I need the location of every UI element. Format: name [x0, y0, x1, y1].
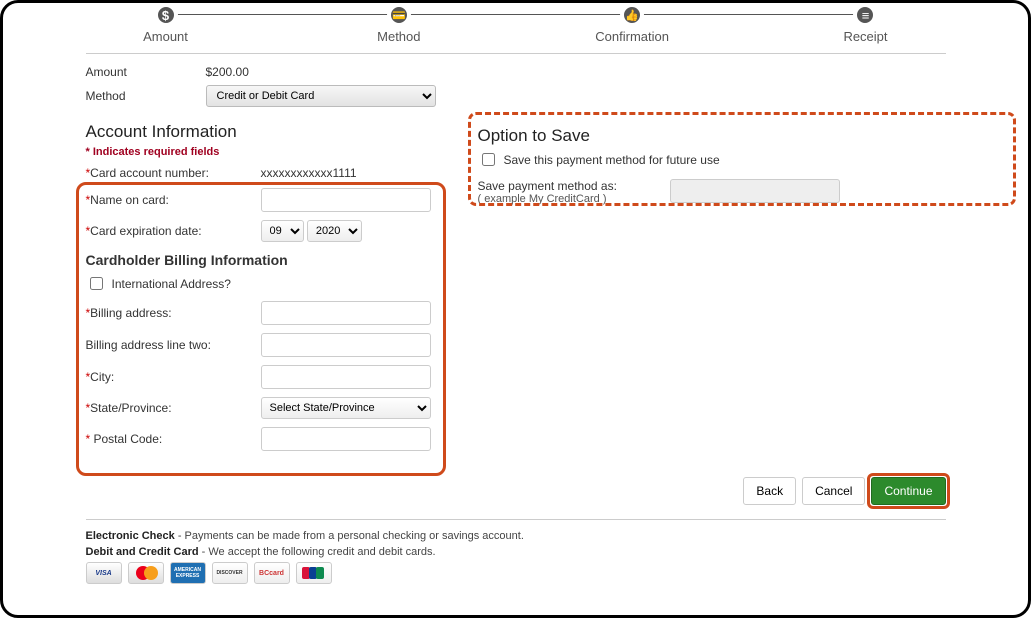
summary-method-row: Method Credit or Debit Card — [86, 82, 946, 110]
unionpay-icon — [296, 562, 332, 584]
amex-icon: AMERICAN EXPRESS — [170, 562, 206, 584]
postal-row: * Postal Code: — [86, 427, 456, 451]
step-method: 💳 Method — [319, 3, 479, 44]
back-button[interactable]: Back — [743, 477, 796, 505]
expiration-row: *Card expiration date: 09 2020 — [86, 220, 456, 242]
state-row: *State/Province: Select State/Province — [86, 397, 456, 419]
save-as-example: ( example My CreditCard ) — [478, 193, 658, 205]
card-number-label: Card account number: — [90, 166, 209, 180]
city-input[interactable] — [261, 365, 431, 389]
billing-address-input[interactable] — [261, 301, 431, 325]
step-amount: $ Amount — [86, 3, 246, 44]
save-as-input[interactable] — [670, 179, 840, 203]
billing-address-label: Billing address: — [90, 306, 171, 320]
step-label: Receipt — [843, 29, 887, 44]
option-to-save-heading: Option to Save — [478, 126, 938, 146]
dollar-icon: $ — [154, 3, 178, 27]
save-method-label: Save this payment method for future use — [504, 153, 720, 167]
continue-button[interactable]: Continue — [871, 477, 945, 505]
billing-info-heading: Cardholder Billing Information — [86, 252, 456, 268]
exp-year-select[interactable]: 2020 — [307, 220, 362, 242]
card-number-value: xxxxxxxxxxxx1111 — [261, 166, 456, 180]
step-label: Method — [377, 29, 420, 44]
name-on-card-input[interactable] — [261, 188, 431, 212]
name-on-card-label: Name on card: — [90, 193, 169, 207]
state-select[interactable]: Select State/Province — [261, 397, 431, 419]
card-icon: 💳 — [387, 3, 411, 27]
expiration-label: Card expiration date: — [90, 224, 201, 238]
echeck-bold: Electronic Check — [86, 530, 175, 542]
exp-month-select[interactable]: 09 — [261, 220, 304, 242]
state-label: State/Province: — [90, 401, 171, 415]
international-address-label: International Address? — [112, 277, 231, 291]
echeck-text: - Payments can be made from a personal c… — [175, 530, 524, 542]
step-label: Amount — [143, 29, 188, 44]
save-method-checkbox[interactable] — [482, 153, 495, 166]
mastercard-icon — [128, 562, 164, 584]
step-receipt: ≡ Receipt — [785, 3, 945, 44]
list-icon: ≡ — [853, 3, 877, 27]
amount-value: $200.00 — [206, 65, 249, 79]
billing-address2-input[interactable] — [261, 333, 431, 357]
name-on-card-row: *Name on card: — [86, 188, 456, 212]
account-info-heading: Account Information — [86, 122, 456, 142]
step-label: Confirmation — [595, 29, 669, 44]
amount-label: Amount — [86, 65, 206, 79]
method-select[interactable]: Credit or Debit Card — [206, 85, 436, 107]
postal-label: Postal Code: — [90, 432, 162, 446]
billing-address-row: *Billing address: — [86, 301, 456, 325]
card-text: - We accept the following credit and deb… — [199, 546, 436, 558]
save-as-label: Save payment method as: — [478, 179, 658, 193]
city-row: *City: — [86, 365, 456, 389]
required-note: * Indicates required fields — [86, 146, 456, 158]
card-number-row: *Card account number: xxxxxxxxxxxx1111 — [86, 166, 456, 180]
cancel-button[interactable]: Cancel — [802, 477, 865, 505]
method-label: Method — [86, 89, 206, 103]
discover-icon: DISCOVER — [212, 562, 248, 584]
bccard-icon: BCcard — [254, 562, 290, 584]
payment-method-form: $ Amount 💳 Method 👍 Confirmation ≡ Recei… — [0, 0, 1031, 618]
progress-tracker: $ Amount 💳 Method 👍 Confirmation ≡ Recei… — [86, 3, 946, 49]
visa-icon: VISA — [86, 562, 122, 584]
summary-amount-row: Amount $200.00 — [86, 62, 946, 82]
billing-address2-row: Billing address line two: — [86, 333, 456, 357]
city-label: City: — [90, 370, 114, 384]
footer: Electronic Check - Payments can be made … — [86, 530, 946, 584]
international-address-checkbox[interactable] — [90, 277, 103, 290]
thumbs-up-icon: 👍 — [620, 3, 644, 27]
card-bold: Debit and Credit Card — [86, 546, 199, 558]
billing-address2-label: Billing address line two: — [86, 338, 211, 352]
step-confirmation: 👍 Confirmation — [552, 3, 712, 44]
button-bar: Back Cancel Continue — [86, 477, 946, 505]
postal-input[interactable] — [261, 427, 431, 451]
